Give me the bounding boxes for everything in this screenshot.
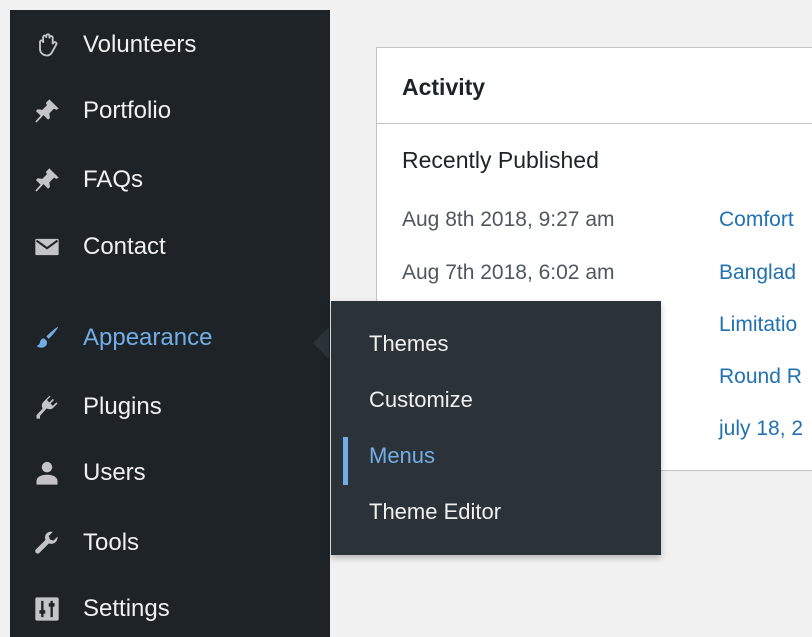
hand-icon bbox=[32, 30, 62, 60]
sidebar-item-label: Appearance bbox=[83, 324, 213, 351]
submenu-item-theme-editor[interactable]: Theme Editor bbox=[331, 488, 661, 536]
post-link[interactable]: Comfort bbox=[719, 208, 794, 232]
pin-icon bbox=[32, 165, 62, 195]
wrench-icon bbox=[32, 528, 62, 558]
user-icon bbox=[32, 458, 62, 488]
paintbrush-icon bbox=[32, 323, 62, 353]
pin-icon bbox=[32, 96, 62, 126]
post-date: Aug 7th 2018, 6:02 am bbox=[402, 261, 615, 284]
sidebar-item-label: Volunteers bbox=[83, 31, 197, 58]
post-date: Aug 8th 2018, 9:27 am bbox=[402, 208, 615, 231]
sidebar-item-label: Contact bbox=[83, 233, 166, 260]
section-title: Recently Published bbox=[402, 147, 599, 173]
appearance-submenu: Themes Customize Menus Theme Editor bbox=[331, 301, 661, 555]
submenu-item-customize[interactable]: Customize bbox=[331, 376, 661, 424]
sidebar-item-plugins[interactable]: Plugins bbox=[10, 379, 330, 435]
submenu-item-label: Customize bbox=[369, 387, 473, 412]
plug-icon bbox=[32, 392, 62, 422]
sidebar-item-tools[interactable]: Tools bbox=[10, 515, 330, 571]
sidebar-item-label: Users bbox=[83, 459, 146, 486]
sidebar-item-label: FAQs bbox=[83, 166, 144, 193]
post-link[interactable]: Limitatio bbox=[719, 313, 797, 337]
sidebar-item-label: Settings bbox=[83, 595, 170, 622]
widget-title: Activity bbox=[402, 74, 486, 100]
post-link[interactable]: july 18, 2 bbox=[719, 417, 803, 441]
sidebar-item-label: Tools bbox=[83, 529, 140, 556]
list-item: Aug 8th 2018, 9:27 am Comfort bbox=[377, 208, 812, 238]
widget-header: Activity bbox=[377, 48, 812, 124]
sidebar-item-contact[interactable]: Contact bbox=[10, 219, 330, 275]
post-link[interactable]: Round R bbox=[719, 365, 802, 389]
sidebar-item-settings[interactable]: Settings bbox=[10, 581, 330, 637]
admin-sidebar: Volunteers Portfolio FAQs Contact Appear… bbox=[10, 10, 330, 637]
sidebar-item-portfolio[interactable]: Portfolio bbox=[10, 83, 330, 139]
post-link[interactable]: Banglad bbox=[719, 261, 796, 285]
submenu-item-menus[interactable]: Menus bbox=[331, 432, 661, 485]
submenu-pointer bbox=[313, 327, 329, 359]
envelope-icon bbox=[32, 232, 62, 262]
current-indicator bbox=[343, 437, 348, 485]
sidebar-item-appearance[interactable]: Appearance bbox=[10, 310, 330, 366]
sidebar-item-users[interactable]: Users bbox=[10, 445, 330, 501]
sliders-icon bbox=[32, 594, 62, 624]
sidebar-item-label: Plugins bbox=[83, 393, 162, 420]
submenu-item-label: Menus bbox=[369, 443, 436, 468]
sidebar-item-faqs[interactable]: FAQs bbox=[10, 152, 330, 208]
sidebar-item-label: Portfolio bbox=[83, 97, 172, 124]
submenu-item-label: Theme Editor bbox=[369, 499, 502, 524]
sidebar-item-volunteers[interactable]: Volunteers bbox=[10, 17, 330, 73]
submenu-item-themes[interactable]: Themes bbox=[331, 320, 661, 368]
submenu-item-label: Themes bbox=[369, 331, 449, 356]
list-item: Aug 7th 2018, 6:02 am Banglad bbox=[377, 261, 812, 291]
